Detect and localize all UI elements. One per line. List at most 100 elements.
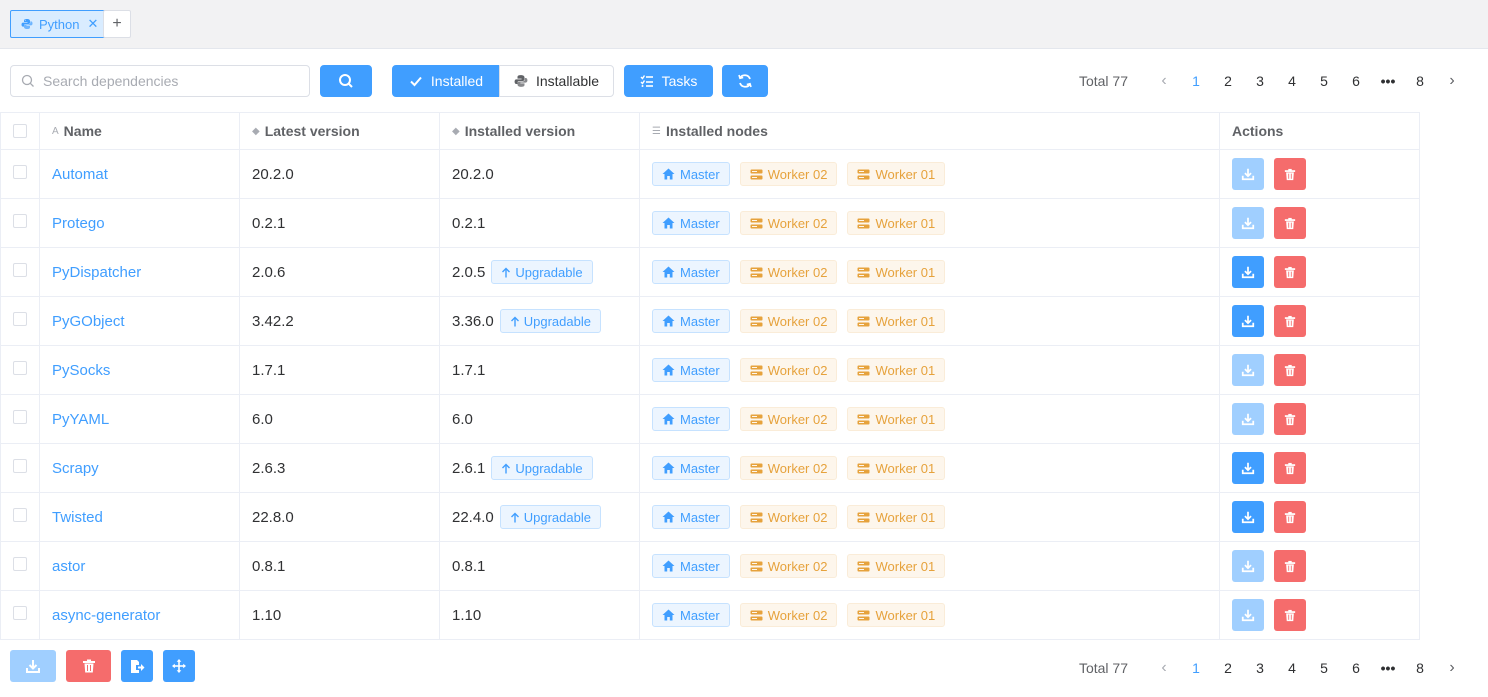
- install-button[interactable]: [1232, 550, 1264, 582]
- node-tag[interactable]: Worker 02: [739, 456, 838, 480]
- row-checkbox[interactable]: [13, 165, 27, 179]
- row-checkbox[interactable]: [13, 557, 27, 571]
- page-3[interactable]: 3: [1244, 73, 1276, 89]
- page-6[interactable]: 6: [1340, 660, 1372, 676]
- install-button[interactable]: [1232, 305, 1264, 337]
- page-1[interactable]: 1: [1180, 660, 1212, 676]
- install-button[interactable]: [1232, 158, 1264, 190]
- node-tag[interactable]: Master: [652, 162, 730, 186]
- uninstall-button[interactable]: [1274, 305, 1306, 337]
- page-6[interactable]: 6: [1340, 73, 1372, 89]
- install-button[interactable]: [1232, 599, 1264, 631]
- row-checkbox[interactable]: [13, 606, 27, 620]
- node-tag[interactable]: Worker 01: [847, 407, 946, 431]
- page-2[interactable]: 2: [1212, 660, 1244, 676]
- node-tag[interactable]: Worker 01: [847, 505, 946, 529]
- more-pages[interactable]: •••: [1372, 660, 1404, 676]
- dependency-name-link[interactable]: astor: [52, 558, 85, 575]
- dependency-name-link[interactable]: Scrapy: [52, 460, 99, 477]
- uninstall-button[interactable]: [1274, 452, 1306, 484]
- upgradable-badge[interactable]: Upgradable: [491, 260, 593, 284]
- tab-python[interactable]: Python ✕: [10, 10, 108, 38]
- uninstall-button[interactable]: [1274, 550, 1306, 582]
- node-tag[interactable]: Worker 02: [739, 358, 838, 382]
- dependency-name-link[interactable]: PyYAML: [52, 411, 109, 428]
- install-button[interactable]: [1232, 354, 1264, 386]
- node-tag[interactable]: Master: [652, 211, 730, 235]
- node-tag[interactable]: Worker 01: [847, 603, 946, 627]
- uninstall-button[interactable]: [1274, 207, 1306, 239]
- header-name[interactable]: A Name: [40, 113, 240, 149]
- add-tab-button[interactable]: +: [103, 10, 131, 38]
- page-5[interactable]: 5: [1308, 73, 1340, 89]
- installable-button[interactable]: Installable: [499, 65, 614, 97]
- upgradable-badge[interactable]: Upgradable: [491, 456, 593, 480]
- bulk-uninstall-button[interactable]: [66, 650, 111, 682]
- install-button[interactable]: [1232, 207, 1264, 239]
- node-tag[interactable]: Worker 02: [739, 603, 838, 627]
- node-tag[interactable]: Worker 01: [847, 358, 946, 382]
- page-4[interactable]: 4: [1276, 660, 1308, 676]
- node-tag[interactable]: Worker 01: [847, 456, 946, 480]
- node-tag[interactable]: Master: [652, 554, 730, 578]
- header-installed-version[interactable]: ◆ Installed version: [440, 113, 640, 149]
- node-tag[interactable]: Worker 02: [739, 260, 838, 284]
- row-checkbox[interactable]: [13, 214, 27, 228]
- next-page-icon[interactable]: ›: [1436, 659, 1468, 677]
- page-8[interactable]: 8: [1404, 660, 1436, 676]
- page-3[interactable]: 3: [1244, 660, 1276, 676]
- upgradable-badge[interactable]: Upgradable: [499, 505, 601, 529]
- row-checkbox[interactable]: [13, 410, 27, 424]
- node-tag[interactable]: Worker 01: [847, 309, 946, 333]
- next-page-icon[interactable]: ›: [1436, 72, 1468, 90]
- select-all-checkbox[interactable]: [13, 124, 27, 138]
- node-tag[interactable]: Master: [652, 309, 730, 333]
- node-tag[interactable]: Worker 01: [847, 554, 946, 578]
- page-5[interactable]: 5: [1308, 660, 1340, 676]
- node-tag[interactable]: Master: [652, 505, 730, 529]
- uninstall-button[interactable]: [1274, 403, 1306, 435]
- prev-page-icon[interactable]: ‹: [1148, 659, 1180, 677]
- row-checkbox[interactable]: [13, 508, 27, 522]
- node-tag[interactable]: Worker 02: [739, 407, 838, 431]
- node-tag[interactable]: Worker 01: [847, 211, 946, 235]
- header-installed-nodes[interactable]: ☰ Installed nodes: [640, 113, 1220, 149]
- node-tag[interactable]: Worker 02: [739, 554, 838, 578]
- uninstall-button[interactable]: [1274, 354, 1306, 386]
- page-1[interactable]: 1: [1180, 73, 1212, 89]
- bulk-install-button[interactable]: [10, 650, 56, 682]
- dependency-name-link[interactable]: Automat: [52, 166, 108, 183]
- move-button[interactable]: [163, 650, 195, 682]
- page-2[interactable]: 2: [1212, 73, 1244, 89]
- dependency-name-link[interactable]: PyDispatcher: [52, 264, 141, 281]
- node-tag[interactable]: Master: [652, 358, 730, 382]
- uninstall-button[interactable]: [1274, 599, 1306, 631]
- dependency-name-link[interactable]: PyGObject: [52, 313, 125, 330]
- node-tag[interactable]: Worker 01: [847, 260, 946, 284]
- install-button[interactable]: [1232, 256, 1264, 288]
- uninstall-button[interactable]: [1274, 158, 1306, 190]
- row-checkbox[interactable]: [13, 263, 27, 277]
- node-tag[interactable]: Worker 02: [739, 505, 838, 529]
- node-tag[interactable]: Worker 02: [739, 162, 838, 186]
- close-icon[interactable]: ✕: [87, 16, 98, 32]
- prev-page-icon[interactable]: ‹: [1148, 72, 1180, 90]
- dependency-name-link[interactable]: PySocks: [52, 362, 110, 379]
- search-input[interactable]: [43, 73, 293, 89]
- dependency-name-link[interactable]: Protego: [52, 215, 105, 232]
- install-button[interactable]: [1232, 403, 1264, 435]
- node-tag[interactable]: Master: [652, 603, 730, 627]
- install-button[interactable]: [1232, 452, 1264, 484]
- uninstall-button[interactable]: [1274, 501, 1306, 533]
- dependency-name-link[interactable]: Twisted: [52, 509, 103, 526]
- row-checkbox[interactable]: [13, 361, 27, 375]
- tasks-button[interactable]: Tasks: [624, 65, 713, 97]
- dependency-name-link[interactable]: async-generator: [52, 607, 160, 624]
- uninstall-button[interactable]: [1274, 256, 1306, 288]
- more-pages[interactable]: •••: [1372, 73, 1404, 89]
- export-button[interactable]: [121, 650, 153, 682]
- upgradable-badge[interactable]: Upgradable: [499, 309, 601, 333]
- node-tag[interactable]: Worker 02: [739, 309, 838, 333]
- node-tag[interactable]: Master: [652, 456, 730, 480]
- row-checkbox[interactable]: [13, 312, 27, 326]
